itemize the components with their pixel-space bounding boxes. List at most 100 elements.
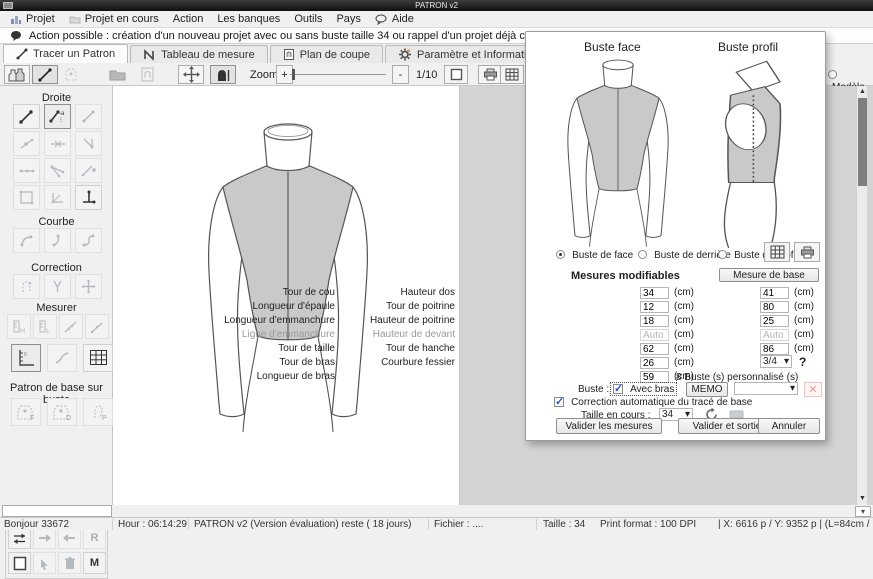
tool-arrow-left[interactable] [58,527,81,549]
annuler-button[interactable]: Annuler [758,418,820,434]
tool-middle-point[interactable] [44,131,71,156]
menu-projet[interactable]: Projet [3,12,62,26]
menu-pays[interactable]: Pays [329,12,367,26]
tool-curve-1[interactable] [13,228,40,253]
buste-dotted-button[interactable] [58,65,84,84]
hauteur-dos-input[interactable] [760,287,789,299]
tab-tableau-de-mesure[interactable]: Tableau de mesure [130,45,268,63]
menu-action[interactable]: Action [166,12,211,26]
valider-les-mesures-button[interactable]: Valider les mesures [556,418,662,434]
tool-frame[interactable] [8,552,31,574]
menu-outils[interactable]: Outils [287,12,329,26]
courbure-help[interactable]: ? [799,355,806,369]
tool-angle-lines[interactable] [44,185,71,210]
tour-de-cou-input[interactable] [640,287,669,299]
hauteur-de-poitrine-input[interactable] [760,315,789,327]
tool-segment[interactable] [13,104,40,129]
offset-point-icon [81,163,96,178]
tool-measure-h[interactable]: H [7,314,31,339]
printer-icon [483,68,498,81]
line-tool-button[interactable] [32,65,58,84]
tool-measure-diag1[interactable] [59,314,83,339]
zoom-out-button[interactable]: - [392,65,409,84]
memo-button[interactable]: MEMO [686,382,728,397]
zoom-slider-track[interactable] [290,74,386,75]
avec-bras-checkbox[interactable]: Avec bras [611,383,676,395]
radio-buste-de-derriere[interactable]: Buste de derrière [638,249,731,261]
tool-m[interactable]: M [83,552,106,574]
tool-divided-line[interactable] [13,158,40,183]
mesure-de-base-button[interactable]: Mesure de base [719,268,819,282]
tour-de-poitrine-input[interactable] [760,301,789,313]
tool-corner-ruler[interactable]: 6 [11,344,41,372]
tool-correction-buste[interactable] [13,274,40,299]
longueur-emmanchure-input[interactable] [640,315,669,327]
line-tool-icon [16,48,28,60]
tool-curve-3[interactable] [75,228,102,253]
tool-buste-dos[interactable]: D [47,398,77,426]
menu-projet-en-cours[interactable]: Projet en cours [62,12,166,26]
rect-outline-icon [13,556,27,571]
zoom-slider-thumb[interactable] [292,69,295,80]
mini-dropdown[interactable]: ▾ [855,506,871,517]
tool-point-on-line[interactable] [13,131,40,156]
curve3-icon [81,233,96,248]
courbure-fessier-select[interactable]: 3/4▾ [760,355,792,368]
longueur-de-bras-input[interactable] [640,371,669,383]
dialog-print-button[interactable] [794,242,820,262]
bottom-input[interactable] [2,505,112,517]
page-buste-icon [141,67,154,82]
tool-segment-gray[interactable] [75,104,102,129]
memo-select[interactable]: ▾ [734,382,798,395]
tool-buste-face[interactable]: F [11,398,41,426]
diag-ruler1-icon [63,319,79,335]
correction-auto-checkbox[interactable]: Correction automatique du tracé de base [554,396,752,408]
tool-fork-lines[interactable] [44,158,71,183]
buste-profile-tool-button[interactable] [210,65,236,84]
scroll-thumb[interactable] [858,98,867,186]
radio-buste-de-face[interactable]: Buste de face [556,249,633,261]
tool-pointer[interactable] [33,552,56,574]
move-button[interactable] [178,65,204,84]
tool-arrow-right[interactable] [33,527,56,549]
scroll-up-icon[interactable]: ▲ [857,87,868,97]
tool-correction-y[interactable] [44,274,71,299]
tool-r[interactable]: R [83,527,106,549]
tool-buste-profil[interactable]: P [83,398,113,426]
tool-correction-move[interactable] [75,274,102,299]
page-frame-button[interactable] [444,65,468,84]
tool-perpendicular-drop[interactable] [75,131,102,156]
tool-measure-curve[interactable] [47,344,77,372]
memo-delete-button[interactable]: ✕ [804,382,822,397]
rectangle-icon [19,190,34,205]
open-folder-button[interactable] [104,65,130,84]
scroll-down-icon[interactable]: ▼ [857,494,868,504]
radio-buste-de-profile[interactable]: Buste de profile [718,249,804,261]
tool-measure-diag2[interactable] [85,314,109,339]
tab-plan-de-coupe[interactable]: Plan de coupe [270,45,383,63]
tool-offset-point[interactable] [75,158,102,183]
dialog-grid-button[interactable] [764,242,790,262]
tour-de-bras-input[interactable] [640,357,669,369]
canvas-vscrollbar[interactable]: ▲ ▼ [856,86,867,505]
menu-les-banques[interactable]: Les banques [210,12,287,26]
tool-measure-table[interactable] [83,344,113,372]
menu-bar: Projet Projet en cours Action Les banque… [0,11,873,28]
page-buste-button[interactable] [134,65,160,84]
grid-button[interactable] [500,65,524,84]
tool-rectangle[interactable] [13,185,40,210]
tool-curve-2[interactable] [44,228,71,253]
buste-pair-button[interactable] [4,65,30,84]
tool-trash[interactable] [58,552,81,574]
menu-aide[interactable]: Aide [368,12,421,26]
tour-de-taille-input[interactable] [640,343,669,355]
print-button[interactable] [478,65,502,84]
tool-perpendicular[interactable] [75,185,102,210]
y-split-icon [50,279,65,294]
tool-swap[interactable] [8,527,31,549]
tool-segment-angle[interactable]: -a [44,104,71,129]
tour-de-hanche-input[interactable] [760,343,789,355]
tab-tracer-un-patron[interactable]: Tracer un Patron [3,44,128,63]
tool-measure-l[interactable]: L [33,314,57,339]
longueur-epaule-input[interactable] [640,301,669,313]
